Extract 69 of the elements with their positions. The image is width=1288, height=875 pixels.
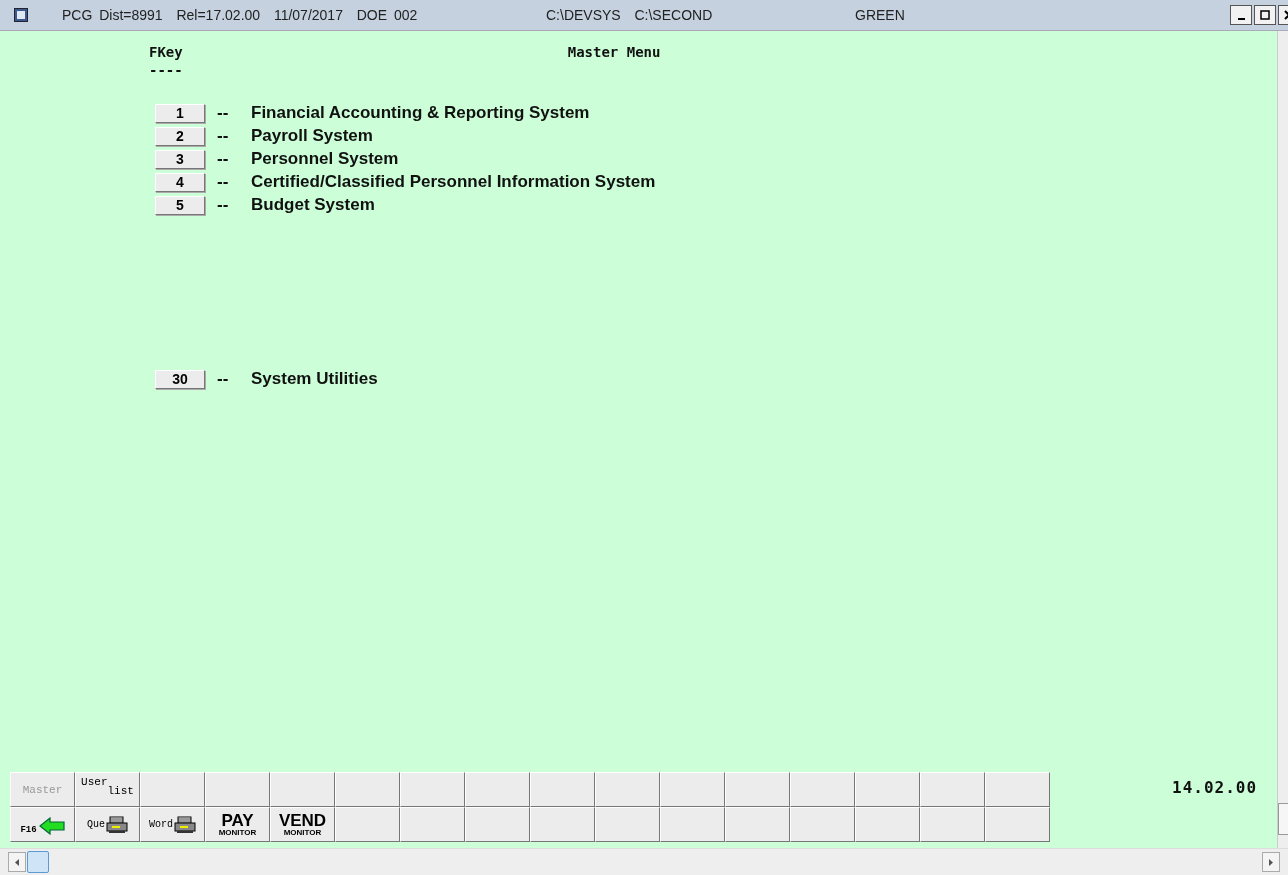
toolbar-button[interactable]	[465, 807, 530, 842]
left-arrow-icon	[38, 817, 65, 835]
toolbar-button[interactable]: VEND MONITOR	[270, 807, 335, 842]
menu-title: Master Menu	[567, 43, 661, 62]
toolbar-button[interactable]	[660, 807, 725, 842]
function-key-button[interactable]: 3	[155, 149, 205, 169]
toolbar-button[interactable]	[465, 772, 530, 807]
minimize-button[interactable]	[1230, 5, 1252, 25]
function-key-button[interactable]: 30	[155, 369, 205, 389]
heading-underline: ----	[149, 61, 183, 79]
toolbar-button[interactable]	[595, 807, 660, 842]
menu-item-label: Certified/Classified Personnel Information System	[251, 172, 656, 192]
toolbar-button[interactable]	[335, 807, 400, 842]
toolbar-button[interactable]	[595, 772, 660, 807]
toolbar-button[interactable]	[790, 807, 855, 842]
column-heading: FKey	[149, 43, 183, 61]
toolbar-button[interactable]	[140, 772, 205, 807]
printer-icon	[174, 815, 196, 834]
function-key-button[interactable]: 4	[155, 172, 205, 192]
toolbar-button[interactable]: F16	[10, 807, 75, 842]
toolbar-button[interactable]	[270, 772, 335, 807]
scroll-left-icon	[15, 858, 19, 866]
separator-dashes: --	[217, 149, 230, 169]
separator-dashes: --	[217, 369, 230, 389]
separator-dashes: --	[217, 103, 230, 123]
maximize-icon	[1260, 10, 1270, 20]
maximize-button[interactable]	[1254, 5, 1276, 25]
toolbar-button[interactable]: Que	[75, 807, 140, 842]
menu-item-label: Budget System	[251, 195, 375, 215]
toolbar-button[interactable]	[530, 807, 595, 842]
toolbar-button[interactable]	[725, 772, 790, 807]
toolbar-button[interactable]	[400, 772, 465, 807]
function-key-button[interactable]: 1	[155, 103, 205, 123]
toolbar-button[interactable]	[855, 807, 920, 842]
printer-icon	[106, 815, 128, 834]
toolbar-button[interactable]	[335, 772, 400, 807]
separator-dashes: --	[217, 126, 230, 146]
toolbar-button[interactable]: PAY MONITOR	[205, 807, 270, 842]
scrollbar-thumb[interactable]	[27, 851, 49, 873]
app-icon	[14, 8, 28, 22]
toolbar-button[interactable]	[855, 772, 920, 807]
menu-item-label: Payroll System	[251, 126, 373, 146]
vertical-scrollbar[interactable]	[1277, 31, 1288, 848]
clock-time: 14.02.00	[1172, 778, 1258, 797]
toolbar-button[interactable]	[205, 772, 270, 807]
toolbar-button[interactable]	[920, 772, 985, 807]
separator-dashes: --	[217, 195, 230, 215]
toolbar-button[interactable]	[985, 807, 1050, 842]
separator-dashes: --	[217, 172, 230, 192]
window-title: GREEN	[855, 7, 905, 23]
toolbar-button[interactable]	[985, 772, 1050, 807]
scroll-right-icon	[1269, 858, 1273, 866]
toolbar-button[interactable]	[400, 807, 465, 842]
minimize-icon	[1237, 18, 1245, 20]
toolbar-button[interactable]	[660, 772, 725, 807]
menu-item-label: System Utilities	[251, 369, 378, 389]
menu-item-label: Personnel System	[251, 149, 399, 169]
toolbar-button[interactable]	[790, 772, 855, 807]
window-title: PCG Dist=8991 Rel=17.02.00 11/07/2017 DOE 002	[62, 7, 419, 23]
toolbar-button[interactable]	[920, 807, 985, 842]
toolbar-button[interactable]: User list	[75, 772, 140, 807]
toolbar-button[interactable]: Word	[140, 807, 205, 842]
function-key-button[interactable]: 2	[155, 126, 205, 146]
function-key-button[interactable]: 5	[155, 195, 205, 215]
horizontal-scrollbar[interactable]	[0, 848, 1288, 875]
toolbar-button[interactable]	[725, 807, 790, 842]
window-title: C:\DEVSYS C:\SECOND	[546, 7, 714, 23]
toolbar-button[interactable]	[530, 772, 595, 807]
menu-item-label: Financial Accounting & Reporting System	[251, 103, 590, 123]
